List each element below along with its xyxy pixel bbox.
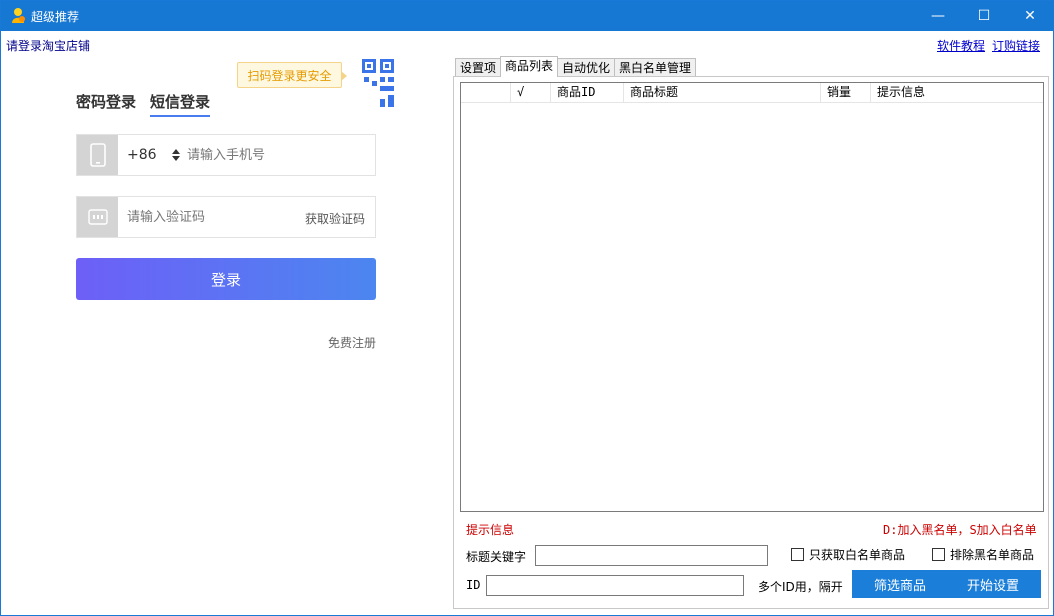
keyword-label: 标题关键字 (466, 550, 527, 564)
exclude-blacklist-label: 排除黑名单商品 (950, 548, 1035, 562)
tutorial-link[interactable]: 软件教程 (937, 37, 985, 54)
tab-sms-login[interactable]: 短信登录 (150, 91, 211, 117)
get-code-button[interactable]: 获取验证码 (305, 210, 365, 227)
hotkey-hint: D:加入黑名单，S加入白名单 (883, 523, 1037, 537)
tab-blackwhite-list[interactable]: 黑白名单管理 (614, 58, 697, 77)
whitelist-only-box[interactable] (791, 548, 804, 561)
filter-products-button[interactable]: 筛选商品 (852, 570, 948, 598)
column-header-index[interactable] (461, 83, 511, 103)
tab-password-login[interactable]: 密码登录 (76, 91, 136, 112)
column-header-sales[interactable]: 销量 (821, 83, 871, 103)
phone-field: +86 (76, 134, 376, 176)
country-code-select[interactable]: +86 (127, 147, 157, 163)
minimize-icon: — (931, 8, 945, 24)
qr-code-icon[interactable] (344, 57, 396, 109)
column-header-product-id[interactable]: 商品ID (551, 83, 624, 103)
exclude-blacklist-checkbox[interactable]: 排除黑名单商品 (932, 546, 1034, 563)
whitelist-only-label: 只获取白名单商品 (809, 548, 906, 562)
sms-code-icon (87, 209, 108, 225)
whitelist-only-checkbox[interactable]: 只获取白名单商品 (791, 546, 905, 563)
tab-settings[interactable]: 设置项 (455, 58, 502, 77)
login-button[interactable]: 登录 (76, 258, 376, 300)
qr-login-tip: 扫码登录更安全 (237, 62, 347, 88)
tab-product-list[interactable]: 商品列表 (500, 56, 559, 77)
exclude-blacklist-box[interactable] (932, 548, 945, 561)
maximize-button[interactable]: ☐ (961, 1, 1007, 31)
minimize-button[interactable]: — (915, 1, 961, 31)
keyword-input[interactable] (535, 545, 768, 566)
window-title: 超级推荐 (31, 10, 80, 24)
product-list-header: √ 商品ID 商品标题 销量 提示信息 (461, 83, 1043, 103)
verification-code-field: 获取验证码 (76, 196, 376, 238)
app-logo-icon (12, 8, 25, 23)
verification-code-input[interactable] (127, 206, 297, 228)
phone-icon (89, 143, 106, 167)
register-link[interactable]: 免费注册 (328, 334, 376, 351)
column-header-hint[interactable]: 提示信息 (871, 83, 1043, 103)
app-window: 超级推荐 — ☐ ✕ 请登录淘宝店铺 软件教程 订购链接 扫码登录更安全 密码登… (0, 0, 1054, 616)
login-status-text: 请登录淘宝店铺 (6, 39, 91, 53)
start-setup-button[interactable]: 开始设置 (945, 570, 1041, 598)
main-tabs: 设置项 商品列表 自动优化 黑白名单管理 (455, 56, 697, 77)
column-header-product-title[interactable]: 商品标题 (624, 83, 821, 103)
phone-icon-box (77, 135, 118, 175)
id-separator-hint: 多个ID用，隔开 (758, 580, 843, 594)
title-bar[interactable]: 超级推荐 — ☐ ✕ (1, 1, 1053, 31)
id-label: ID (466, 578, 481, 592)
hint-info-label: 提示信息 (466, 523, 515, 537)
close-icon: ✕ (1024, 8, 1036, 24)
id-input[interactable] (486, 575, 744, 596)
product-list[interactable]: √ 商品ID 商品标题 销量 提示信息 (460, 82, 1044, 512)
maximize-icon: ☐ (977, 8, 991, 24)
phone-input[interactable] (187, 144, 367, 166)
column-header-check[interactable]: √ (511, 83, 551, 103)
buy-link[interactable]: 订购链接 (992, 37, 1040, 54)
close-button[interactable]: ✕ (1007, 1, 1053, 31)
tab-auto-optimize[interactable]: 自动优化 (557, 58, 616, 77)
code-icon-box (77, 197, 118, 237)
updown-arrow-icon[interactable] (172, 149, 180, 161)
